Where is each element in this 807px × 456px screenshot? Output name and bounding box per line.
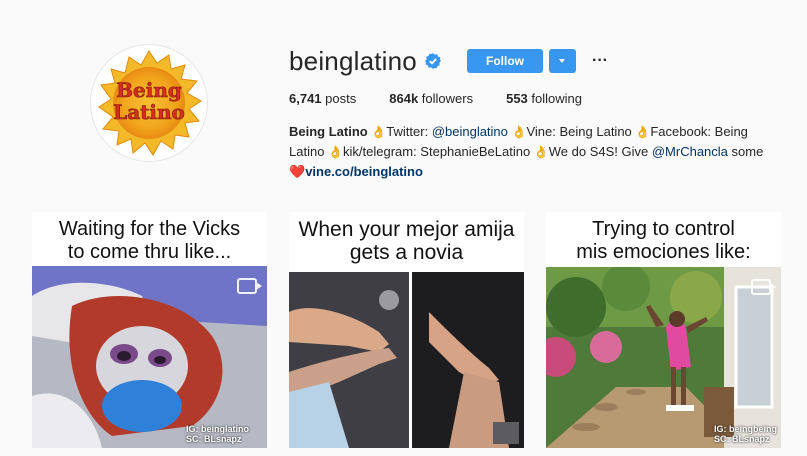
ok-hand-emoji: 👌 bbox=[328, 145, 343, 159]
svg-text:Being: Being bbox=[116, 78, 182, 102]
being-latino-logo: Being Latino bbox=[98, 50, 202, 156]
more-options-button[interactable]: ··· bbox=[592, 53, 608, 69]
bio-full-name: Being Latino bbox=[289, 124, 368, 139]
svg-text:Latino: Latino bbox=[113, 100, 185, 124]
profile-bio: Being Latino 👌Twitter: @beinglatino 👌Vin… bbox=[289, 122, 769, 181]
post-watermark: IG: beingbeing SC: BLsnapz bbox=[714, 424, 777, 444]
following-label: following bbox=[531, 91, 583, 106]
hands-image bbox=[289, 272, 524, 448]
post-caption-line: mis emociones like: bbox=[576, 241, 751, 263]
post-caption: Waiting for the Vicks to come thru like.… bbox=[32, 212, 267, 268]
posts-count-stat: 6,741 posts bbox=[289, 91, 356, 106]
post-caption-line: to come thru like... bbox=[67, 241, 232, 263]
post-caption-line: Trying to control bbox=[592, 218, 735, 240]
posts-label: posts bbox=[325, 91, 357, 106]
video-icon bbox=[237, 278, 262, 294]
post-watermark: IG: beinglatino SC: BLsnapz bbox=[186, 424, 249, 444]
bio-text-twitter: Twitter: bbox=[386, 124, 432, 139]
followers-stat[interactable]: 864k followers bbox=[389, 91, 473, 106]
followers-count: 864k bbox=[389, 91, 419, 106]
bio-text-s4s: We do S4S! Give bbox=[548, 144, 652, 159]
post-caption-line: gets a novia bbox=[349, 241, 464, 264]
profile-avatar[interactable]: Being Latino bbox=[90, 44, 208, 162]
posts-count: 6,741 bbox=[289, 91, 322, 106]
watermark-line: SC: BLsnapz bbox=[714, 434, 770, 444]
cartoon-image bbox=[32, 266, 267, 448]
watermark-line: IG: beinglatino bbox=[186, 424, 249, 434]
bio-mention-mrchancla[interactable]: @MrChancla bbox=[652, 144, 728, 159]
profile-stats: 6,741 posts 864k followers 553 following bbox=[289, 91, 615, 106]
post-caption-line: Waiting for the Vicks bbox=[58, 218, 241, 240]
watermark-line: IG: beingbeing bbox=[714, 424, 777, 434]
following-stat[interactable]: 553 following bbox=[506, 91, 582, 106]
post-caption: When your mejor amija gets a novia bbox=[289, 212, 524, 270]
following-count: 553 bbox=[506, 91, 528, 106]
heart-emoji: ❤️ bbox=[289, 164, 306, 179]
profile-username: beinglatino bbox=[289, 45, 417, 76]
bio-text-kik: kik/telegram: StephanieBeLatino bbox=[343, 144, 534, 159]
bio-website-link[interactable]: vine.co/beinglatino bbox=[305, 164, 423, 179]
bio-text-vine: Vine: Being Latino bbox=[526, 124, 636, 139]
bio-text-some: some bbox=[727, 144, 764, 159]
post-tile[interactable]: Trying to control mis emociones like: IG… bbox=[546, 212, 781, 448]
post-caption-line: When your mejor amija bbox=[298, 218, 515, 241]
ok-hand-emoji: 👌 bbox=[371, 125, 387, 139]
post-image bbox=[289, 272, 524, 448]
verified-badge-icon bbox=[424, 53, 441, 69]
ok-hand-emoji: 👌 bbox=[533, 145, 549, 159]
bio-mention-twitter[interactable]: @beinglatino bbox=[432, 124, 508, 139]
profile-header-row: beinglatino Follow ··· bbox=[289, 44, 608, 78]
followers-label: followers bbox=[421, 91, 474, 106]
post-image: IG: beinglatino SC: BLsnapz bbox=[32, 266, 267, 448]
post-image: IG: beingbeing SC: BLsnapz bbox=[546, 263, 781, 448]
ok-hand-emoji: 👌 bbox=[511, 125, 527, 139]
watermark-line: SC: BLsnapz bbox=[186, 434, 242, 444]
garden-scene-image bbox=[546, 263, 781, 448]
post-caption: Trying to control mis emociones like: bbox=[546, 212, 781, 268]
ok-hand-emoji: 👌 bbox=[635, 125, 651, 139]
suggested-dropdown-button[interactable] bbox=[548, 49, 576, 73]
video-icon bbox=[751, 279, 776, 295]
post-tile[interactable]: Waiting for the Vicks to come thru like.… bbox=[32, 212, 267, 448]
post-tile[interactable]: When your mejor amija gets a novia bbox=[289, 212, 524, 448]
follow-button[interactable]: Follow bbox=[466, 49, 543, 73]
chevron-down-icon bbox=[559, 59, 566, 63]
